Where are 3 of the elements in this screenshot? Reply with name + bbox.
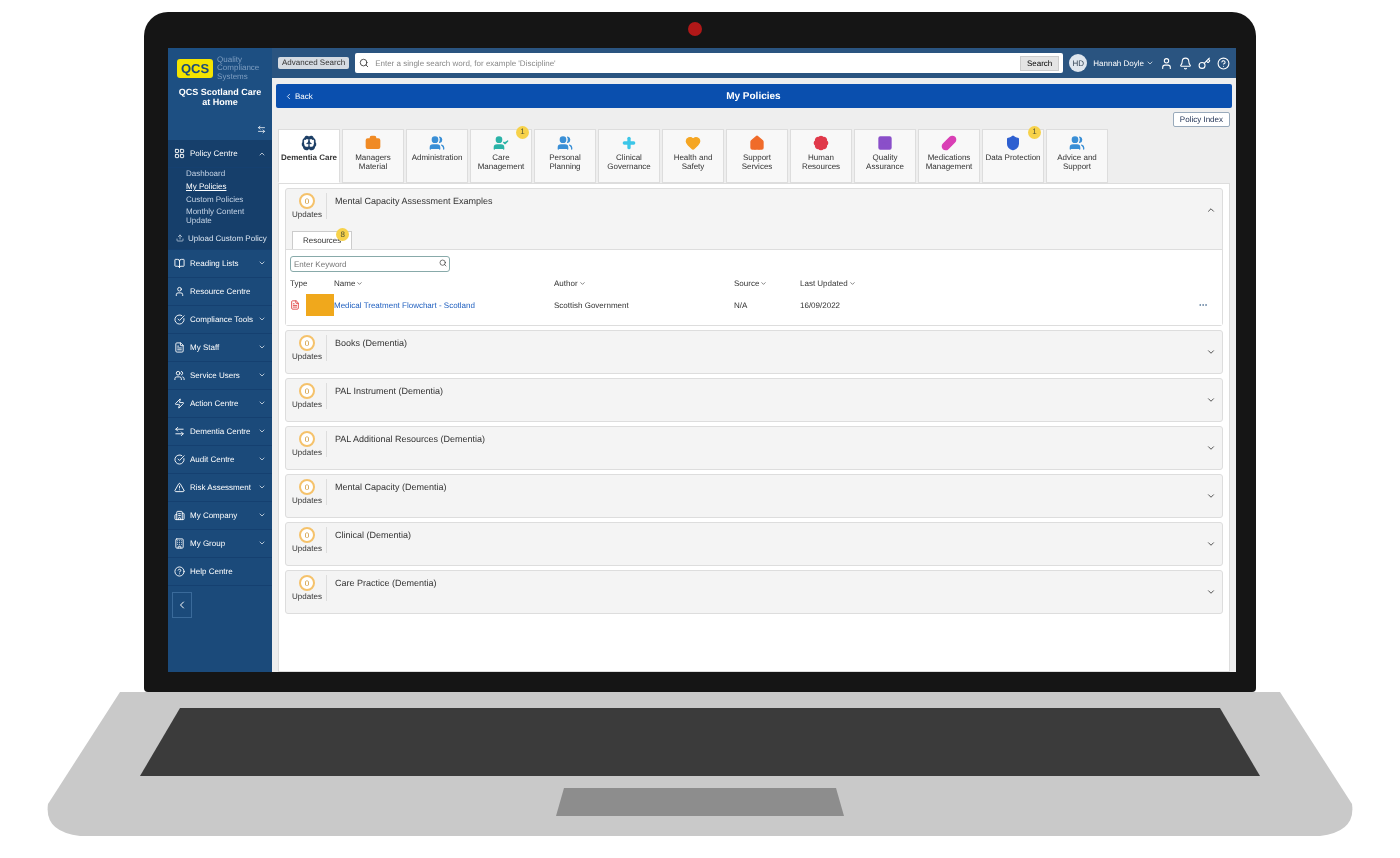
collapse-button[interactable] bbox=[172, 592, 192, 618]
camera-icon bbox=[688, 22, 702, 36]
document-thumbnail bbox=[306, 294, 334, 316]
